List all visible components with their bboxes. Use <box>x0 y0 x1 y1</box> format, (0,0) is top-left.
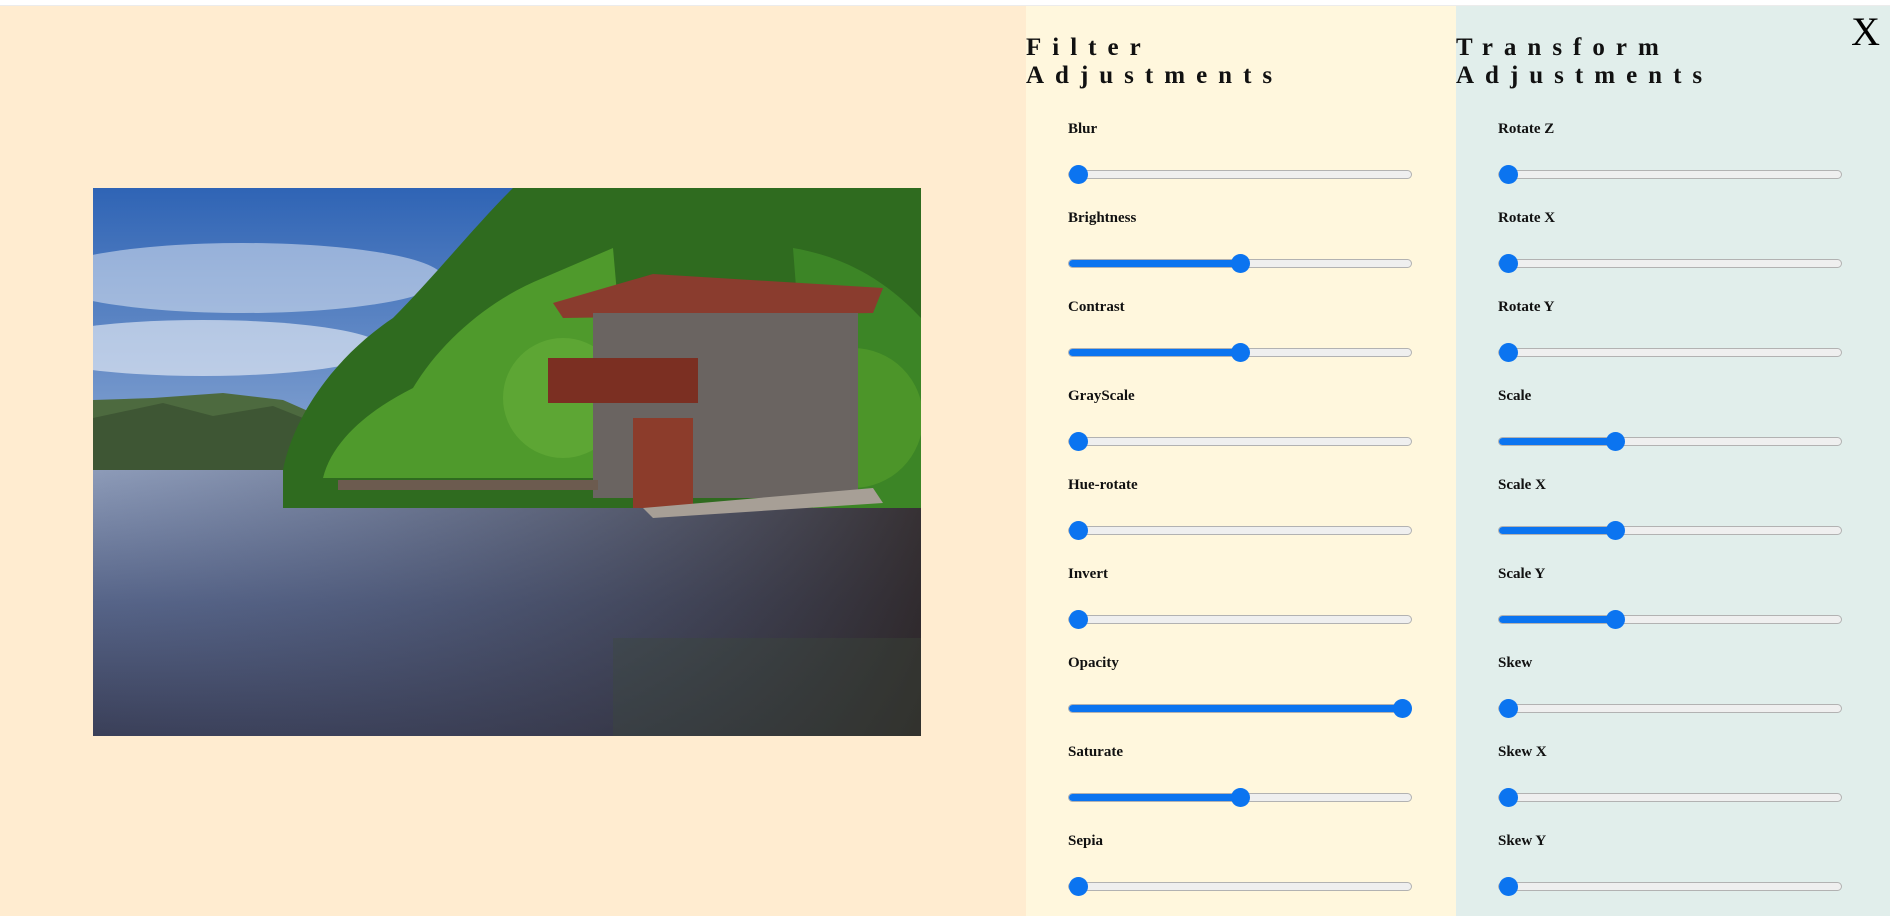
filter-opacity-control: Opacity <box>1068 655 1414 725</box>
transform-rotate-z-slider[interactable] <box>1498 165 1842 184</box>
filter-saturate-slider-fill <box>1069 794 1240 801</box>
filter-adjustments-panel: Filter Adjustments Blur Brightness Contras… <box>1026 6 1456 916</box>
transform-skew-label: Skew <box>1498 655 1533 671</box>
filter-invert-slider-thumb[interactable] <box>1069 610 1088 629</box>
transform-skew-x-slider-thumb[interactable] <box>1499 788 1518 807</box>
transform-panel-title: Transform Adjustments <box>1456 34 1714 89</box>
transform-skew-x-label: Skew X <box>1498 744 1547 760</box>
filter-hue-rotate-slider-thumb[interactable] <box>1069 521 1088 540</box>
transform-skew-y-control: Skew Y <box>1498 833 1844 903</box>
transform-adjustments-panel: Transform Adjustments Rotate Z Rotate X Ro… <box>1456 6 1890 916</box>
transform-scale-y-slider-thumb[interactable] <box>1605 610 1625 629</box>
transform-scale-y-slider-fill <box>1499 616 1612 623</box>
filter-opacity-slider[interactable] <box>1068 699 1412 718</box>
transform-scale-x-slider[interactable] <box>1498 521 1842 540</box>
transform-scale-control: Scale <box>1498 388 1844 458</box>
filter-contrast-control: Contrast <box>1068 299 1414 369</box>
filter-opacity-slider-fill <box>1069 705 1411 712</box>
filter-blur-slider[interactable] <box>1068 165 1412 184</box>
transform-rotate-z-control: Rotate Z <box>1498 121 1844 191</box>
filter-grayscale-label: GrayScale <box>1068 388 1135 404</box>
filter-saturate-control: Saturate <box>1068 744 1414 814</box>
filter-grayscale-slider-thumb[interactable] <box>1069 432 1088 451</box>
transform-rotate-x-label: Rotate X <box>1498 210 1556 226</box>
filter-panel-title: Filter Adjustments <box>1026 34 1284 89</box>
filter-sepia-control: Sepia <box>1068 833 1414 903</box>
filter-opacity-label: Opacity <box>1068 655 1119 671</box>
filter-saturate-slider[interactable] <box>1068 788 1412 807</box>
transform-scale-x-slider-fill <box>1499 527 1612 534</box>
filter-invert-control: Invert <box>1068 566 1414 636</box>
transform-rotate-y-slider-thumb[interactable] <box>1499 343 1518 362</box>
transform-rotate-z-slider-thumb[interactable] <box>1499 165 1518 184</box>
filter-grayscale-slider[interactable] <box>1068 432 1412 451</box>
filter-hue-rotate-slider[interactable] <box>1068 521 1412 540</box>
filter-invert-slider[interactable] <box>1068 610 1412 629</box>
transform-scale-slider-fill <box>1499 438 1612 445</box>
transform-scale-slider[interactable] <box>1498 432 1842 451</box>
filter-contrast-slider-fill <box>1069 349 1240 356</box>
filter-blur-label: Blur <box>1068 121 1098 137</box>
transform-scale-x-control: Scale X <box>1498 477 1844 547</box>
transform-skew-control: Skew <box>1498 655 1844 725</box>
transform-scale-x-label: Scale X <box>1498 477 1546 493</box>
transform-skew-x-control: Skew X <box>1498 744 1844 814</box>
transform-rotate-y-control: Rotate Y <box>1498 299 1844 369</box>
filter-contrast-slider-thumb[interactable] <box>1231 343 1250 362</box>
filter-invert-label: Invert <box>1068 566 1108 582</box>
filter-grayscale-control: GrayScale <box>1068 388 1414 458</box>
filter-sepia-label: Sepia <box>1068 833 1104 849</box>
filter-brightness-control: Brightness <box>1068 210 1414 280</box>
filter-hue-rotate-label: Hue-rotate <box>1068 477 1138 493</box>
filter-brightness-slider-thumb[interactable] <box>1231 254 1250 273</box>
filter-contrast-label: Contrast <box>1068 299 1125 315</box>
filter-saturate-label: Saturate <box>1068 744 1123 760</box>
transform-rotate-x-slider-thumb[interactable] <box>1499 254 1518 273</box>
transform-rotate-y-slider[interactable] <box>1498 343 1842 362</box>
filter-saturate-slider-thumb[interactable] <box>1231 788 1250 807</box>
transform-scale-y-label: Scale Y <box>1498 566 1546 582</box>
transform-skew-y-label: Skew Y <box>1498 833 1547 849</box>
filter-contrast-slider[interactable] <box>1068 343 1412 362</box>
transform-skew-x-slider[interactable] <box>1498 788 1842 807</box>
transform-skew-slider-thumb[interactable] <box>1499 699 1518 718</box>
transform-scale-slider-thumb[interactable] <box>1605 432 1625 451</box>
transform-scale-y-slider[interactable] <box>1498 610 1842 629</box>
filter-hue-rotate-control: Hue-rotate <box>1068 477 1414 547</box>
preview-pane <box>0 6 1026 916</box>
filter-brightness-slider[interactable] <box>1068 254 1412 273</box>
transform-rotate-x-control: Rotate X <box>1498 210 1844 280</box>
transform-scale-x-slider-thumb[interactable] <box>1605 521 1625 540</box>
filter-blur-control: Blur <box>1068 121 1414 191</box>
filter-blur-slider-thumb[interactable] <box>1069 165 1088 184</box>
transform-scale-y-control: Scale Y <box>1498 566 1844 636</box>
filter-brightness-label: Brightness <box>1068 210 1137 226</box>
transform-skew-slider[interactable] <box>1498 699 1842 718</box>
transform-rotate-z-label: Rotate Z <box>1498 121 1555 137</box>
filter-opacity-slider-thumb[interactable] <box>1393 699 1412 718</box>
preview-image <box>93 188 921 736</box>
transform-skew-y-slider[interactable] <box>1498 877 1842 896</box>
transform-skew-y-slider-thumb[interactable] <box>1499 877 1518 896</box>
close-button[interactable]: X <box>1851 10 1880 54</box>
transform-rotate-y-label: Rotate Y <box>1498 299 1555 315</box>
transform-rotate-x-slider[interactable] <box>1498 254 1842 273</box>
filter-sepia-slider-thumb[interactable] <box>1069 877 1088 896</box>
filter-sepia-slider[interactable] <box>1068 877 1412 896</box>
filter-brightness-slider-fill <box>1069 260 1240 267</box>
transform-scale-label: Scale <box>1498 388 1532 404</box>
